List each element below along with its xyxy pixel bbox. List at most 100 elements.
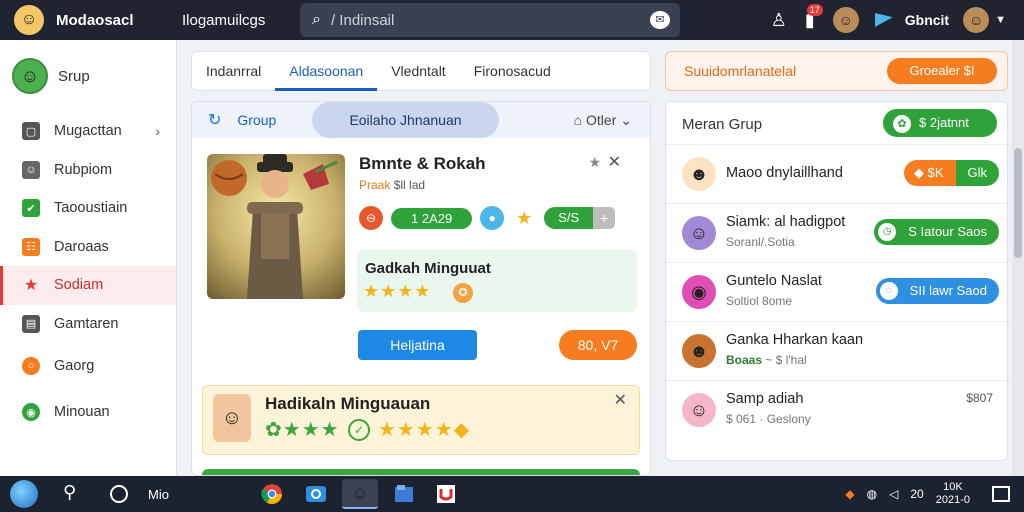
avatar: ☻: [682, 157, 716, 191]
user-name[interactable]: Gbncit: [905, 12, 949, 28]
sidebar-header[interactable]: ☺ Srup: [0, 40, 176, 112]
sidebar-item-3[interactable]: ☷ Daroaas: [0, 228, 176, 267]
cortana-icon[interactable]: [110, 485, 128, 503]
search-input[interactable]: [330, 11, 621, 29]
tab-1[interactable]: Aldasoonan: [275, 51, 378, 91]
promo-title: Hadikaln Minguauan: [265, 394, 431, 413]
notification-center-icon[interactable]: [992, 486, 1010, 502]
controller-icon[interactable]: ⊖: [359, 206, 383, 230]
sidebar-item-icon: ☷: [22, 237, 40, 256]
header-pill[interactable]: Eoilaho Jhnanuan: [312, 102, 499, 138]
tab-3[interactable]: Fironosacud: [460, 51, 565, 91]
alert-icon[interactable]: ◆: [845, 487, 854, 501]
system-tray: ◆ ◍ ◁ 20 10K 2021-0: [845, 476, 1024, 512]
sidebar-item-4[interactable]: ★ Sodiam: [0, 266, 176, 305]
app-name: Modaosacl: [56, 11, 134, 29]
group-icon: ✿: [893, 115, 911, 133]
group-label[interactable]: Group: [237, 112, 276, 128]
filter-label: Otler: [586, 112, 617, 128]
volume-icon[interactable]: ◁: [889, 487, 898, 501]
scrollbar-thumb[interactable]: [1014, 148, 1022, 258]
notification-icon[interactable]: ▮ 17: [805, 3, 823, 31]
card-sub-accent: Praak: [359, 178, 391, 192]
flag-icon[interactable]: [874, 13, 893, 27]
search-icon[interactable]: ⚲: [63, 482, 76, 503]
banner-button[interactable]: Groealer $I: [887, 58, 997, 84]
tray-number[interactable]: 20: [910, 487, 923, 501]
rating-title: Gadkah Minguuat: [365, 260, 491, 277]
start-icon[interactable]: [10, 480, 38, 508]
primary-button[interactable]: Heljatina: [358, 330, 477, 360]
chrome-icon[interactable]: [254, 479, 290, 509]
sidebar-item-2[interactable]: ✔ Taooustiain: [0, 189, 176, 228]
split-right[interactable]: Glk: [955, 160, 999, 186]
globe-icon[interactable]: ●: [480, 206, 505, 230]
sidebar-item-icon: ◉: [22, 403, 40, 421]
tab-0[interactable]: Indanrral: [192, 51, 275, 91]
sidebar-item-icon: ✔: [22, 199, 40, 218]
sidebar-item-icon: ★: [23, 277, 39, 295]
card-image[interactable]: [207, 154, 345, 299]
list-item[interactable]: ☻ Ganka Hharkan kaan Boaas ~ $ l'hal: [666, 321, 1009, 380]
row-subtitle: Soranl/.Sotia: [726, 235, 795, 249]
game-app-icon[interactable]: ☺: [342, 479, 378, 509]
card-actions: ⊖ 1 2A29 ● ★ S/S +: [359, 206, 616, 230]
sidebar-item-6[interactable]: ○ Gaorg: [0, 343, 176, 389]
row-button[interactable]: ◷ S Iatour Saos: [874, 219, 999, 245]
panel-header: ↻ Group Eoilaho Jhnanuan ⌂ Otler ⌄: [192, 102, 650, 138]
list-item[interactable]: ◉ Guntelo Naslat Soltiol 8ome ◌ SII lawr …: [666, 262, 1009, 321]
game-avatar-icon: ☺: [350, 482, 370, 503]
star-icon[interactable]: ★: [588, 154, 601, 171]
profile-avatar[interactable]: ☺: [832, 7, 859, 33]
files-icon[interactable]: [386, 479, 422, 509]
row-button[interactable]: ◌ SII lawr Saod: [875, 278, 999, 304]
section-title[interactable]: Ilogamuilcgs: [182, 12, 292, 29]
sidebar: ☺ Srup ▢ Mugacttan › ☺ Rubpiom ✔ Taooustiain ☷ D…: [0, 40, 177, 476]
split-left[interactable]: ◆ $K: [903, 160, 956, 186]
row-sub-rest: ~ $ l'hal: [762, 353, 807, 367]
chat-icon[interactable]: ✉: [650, 11, 670, 29]
sidebar-item-1[interactable]: ☺ Rubpiom: [0, 151, 176, 190]
list-item[interactable]: ☺ Samp adiah $ 061 · Geslony $807: [666, 380, 1009, 439]
scrollbar[interactable]: [1012, 40, 1024, 476]
score-pill[interactable]: 1 2A29: [391, 207, 473, 229]
list-item[interactable]: ☺ Siamk: al hadigpot Soranl/.Sotia ◷ S Ia…: [666, 203, 1009, 262]
ratio-pill[interactable]: S/S: [544, 207, 594, 229]
notification-badge: 17: [806, 3, 823, 16]
sidebar-item-icon: ▢: [22, 122, 40, 141]
split-button[interactable]: ◆ $K Glk: [903, 160, 999, 186]
check-icon[interactable]: ✓: [348, 419, 370, 441]
refresh-icon[interactable]: ↻: [208, 110, 221, 130]
sidebar-item-0[interactable]: ▢ Mugacttan ›: [0, 112, 176, 151]
price-button[interactable]: 80, V7: [559, 330, 637, 360]
sidebar-item-label: Gamtaren: [54, 315, 119, 332]
row-button-label: S Iatour Saos: [908, 224, 987, 239]
sidebar-item-label: Mugacttan: [54, 123, 122, 140]
user-icon[interactable]: ♙: [771, 10, 787, 31]
search-bar[interactable]: ⌕ ✉: [300, 3, 680, 37]
filter-dropdown[interactable]: ⌂ Otler ⌄: [574, 112, 632, 129]
sidebar-item-label: Minouan: [54, 404, 110, 420]
clock-date: 2021-0: [935, 494, 970, 506]
card-sub-rest: $ll lad: [390, 178, 426, 192]
network-icon[interactable]: ◍: [867, 487, 877, 501]
sidebar-item-5[interactable]: ▤ Gamtaren: [0, 305, 176, 344]
sidebar-item-label: Gaorg: [54, 358, 95, 374]
add-icon[interactable]: +: [593, 207, 616, 229]
group-panel-button[interactable]: ✿ $ 2jatnnt: [883, 109, 997, 137]
account-avatar[interactable]: ☺: [963, 7, 990, 33]
clock[interactable]: 10K 2021-0: [936, 481, 970, 507]
close-icon[interactable]: ✕: [608, 152, 621, 172]
store-icon[interactable]: [428, 479, 464, 509]
chevron-down-icon[interactable]: ▼: [995, 14, 1006, 26]
browser-icon[interactable]: [298, 479, 334, 509]
avatar: ☺: [682, 216, 716, 250]
close-icon[interactable]: ✕: [614, 390, 627, 410]
list-item[interactable]: ☻ Maoo dnylaillhand ◆ $K Glk: [666, 144, 1009, 203]
tab-2[interactable]: Vledntalt: [377, 51, 459, 91]
row-name: Ganka Hharkan kaan: [726, 332, 864, 348]
chevron-right-icon[interactable]: ›: [155, 123, 160, 139]
taskbar-label[interactable]: Mio: [148, 487, 169, 502]
sidebar-item-7[interactable]: ◉ Minouan: [0, 389, 176, 435]
group-panel: Meran Grup ✿ $ 2jatnnt ☻ Maoo dnylaillhan…: [665, 101, 1009, 461]
